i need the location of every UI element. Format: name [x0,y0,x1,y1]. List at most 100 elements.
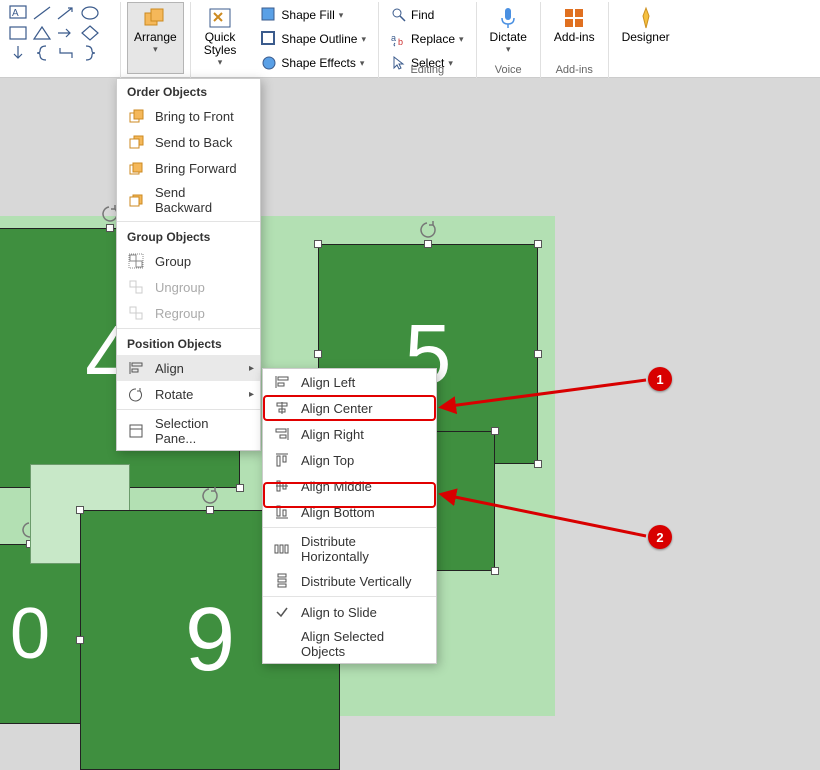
group-icon [127,252,145,270]
selection-handle[interactable] [76,506,84,514]
arrow-down-icon[interactable] [8,44,30,62]
line-arrow-icon[interactable] [56,4,78,22]
find-button[interactable]: Find [389,4,466,26]
shape-effects-icon [261,55,277,71]
selection-handle[interactable] [236,484,244,492]
replace-icon: ab [391,31,407,47]
menu-item-align-bottom[interactable]: Align Bottom [263,499,436,525]
addins-icon [563,5,585,31]
selection-handle[interactable] [534,350,542,358]
selection-handle[interactable] [424,240,432,248]
align-right-icon [273,425,291,443]
arrange-button-label: Arrange [134,31,177,44]
menu-item-align-middle[interactable]: Align Middle [263,473,436,499]
shapes-gallery[interactable]: A [6,2,114,64]
rotate-icon [127,385,145,403]
shape-fill-button[interactable]: Shape Fill ▾ [259,4,368,26]
shape-effects-button[interactable]: Shape Effects ▾ [259,52,368,74]
menu-item-send-to-back[interactable]: Send to Back [117,129,260,155]
menu-item-rotate[interactable]: Rotate ▸ [117,381,260,407]
align-center-icon [273,399,291,417]
menu-item-align-top[interactable]: Align Top [263,447,436,473]
menu-item-align-left[interactable]: Align Left [263,369,436,395]
dictate-label: Dictate [490,31,527,44]
chevron-down-icon: ▾ [459,34,464,45]
brace-left-icon[interactable] [32,44,54,62]
menu-item-selection-pane[interactable]: Selection Pane... [117,412,260,450]
shape-outline-icon [261,31,277,47]
quick-styles-icon [208,5,232,31]
menu-section-group: Group Objects [117,224,260,248]
bring-forward-icon [127,159,145,177]
menu-item-align-center[interactable]: Align Center [263,395,436,421]
shape-fill-label: Shape Fill [281,8,334,22]
oval-icon[interactable] [80,4,102,22]
selection-handle[interactable] [314,240,322,248]
selection-handle[interactable] [106,224,114,232]
menu-item-align-to-slide[interactable]: Align to Slide [263,599,436,625]
bring-to-front-icon [127,107,145,125]
chevron-down-icon: ▾ [153,44,158,55]
connector-icon[interactable] [56,44,78,62]
dictate-button[interactable]: Dictate ▾ [483,2,534,62]
designer-button[interactable]: Designer [615,2,677,62]
selection-handle[interactable] [534,240,542,248]
selection-handle[interactable] [534,460,542,468]
triangle-icon[interactable] [32,24,54,42]
shape-outline-label: Shape Outline [281,32,357,46]
menu-item-align-selected-objects[interactable]: Align Selected Objects [263,625,436,663]
replace-button[interactable]: ab Replace ▾ [389,28,466,50]
selection-pane-icon [127,422,145,440]
selection-handle[interactable] [491,567,499,575]
replace-label: Replace [411,32,455,46]
send-backward-icon [127,191,145,209]
menu-item-align[interactable]: Align ▸ [117,355,260,381]
menu-item-distribute-vertically[interactable]: Distribute Vertically [263,568,436,594]
align-top-icon [273,451,291,469]
menu-item-regroup: Regroup [117,300,260,326]
chevron-right-icon: ▸ [249,389,254,400]
chevron-down-icon: ▾ [506,44,511,55]
rotate-handle-icon[interactable] [200,486,220,506]
selection-handle[interactable] [76,636,84,644]
microphone-icon [498,5,518,31]
quick-styles-label: Quick Styles [204,31,237,57]
align-bottom-icon [273,503,291,521]
addins-label: Add-ins [554,31,595,44]
align-icon [127,359,145,377]
brace-right-icon[interactable] [80,44,102,62]
rotate-handle-icon[interactable] [418,220,438,240]
menu-item-distribute-horizontally[interactable]: Distribute Horizontally [263,530,436,568]
arrow-right-icon[interactable] [56,24,78,42]
group-label-addins: Add-ins [541,64,608,76]
line-icon[interactable] [32,4,54,22]
quick-styles-button[interactable]: Quick Styles ▾ [197,2,244,74]
distribute-v-icon [273,572,291,590]
menu-item-bring-to-front[interactable]: Bring to Front [117,103,260,129]
selection-handle[interactable] [314,350,322,358]
menu-item-group[interactable]: Group [117,248,260,274]
svg-text:A: A [12,8,19,19]
selection-handle[interactable] [491,427,499,435]
menu-item-send-backward[interactable]: Send Backward [117,181,260,219]
shape-outline-button[interactable]: Shape Outline ▾ [259,28,368,50]
check-icon [273,603,291,621]
menu-item-align-right[interactable]: Align Right [263,421,436,447]
shape-fill-icon [261,7,277,23]
addins-button[interactable]: Add-ins [547,2,602,62]
svg-text:b: b [398,37,403,47]
chevron-down-icon: ▾ [339,10,344,21]
rect-icon[interactable] [8,24,30,42]
ungroup-icon [127,278,145,296]
chevron-down-icon: ▾ [361,34,366,45]
arrange-icon [143,5,167,31]
group-label-editing: Editing [379,64,476,76]
chevron-right-icon: ▸ [249,363,254,374]
selection-handle[interactable] [206,506,214,514]
arrange-button[interactable]: Arrange ▾ [127,2,184,74]
ribbon: A Arrange ▾ Quick S [0,0,820,78]
menu-section-order: Order Objects [117,79,260,103]
text-box-icon[interactable]: A [8,4,30,22]
diamond-icon[interactable] [80,24,102,42]
menu-item-bring-forward[interactable]: Bring Forward [117,155,260,181]
